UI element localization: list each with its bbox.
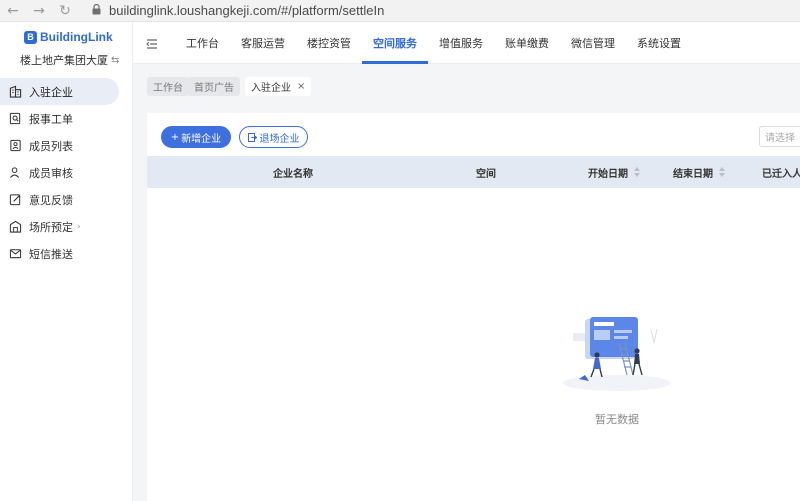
forward-arrow-icon[interactable]: → — [26, 0, 52, 22]
sidebar-item-label: 短信推送 — [29, 247, 73, 261]
select-placeholder: 请选择 — [765, 133, 795, 144]
sidebar-item-settled-companies[interactable]: 入驻企业 — [0, 78, 119, 105]
tab-system-settings[interactable]: 系统设置 — [626, 22, 692, 64]
column-label: 开始日期 — [588, 168, 628, 180]
member-list-icon — [9, 139, 22, 152]
column-start-date[interactable]: 开始日期 — [588, 156, 640, 188]
empty-illustration-icon — [563, 317, 671, 391]
building-icon — [9, 85, 22, 98]
switch-icon: ⇆ — [111, 54, 120, 66]
sidebar-item-label: 意见反馈 — [29, 193, 73, 207]
exit-company-button[interactable]: 退场企业 — [239, 126, 308, 148]
column-space: 空间 — [476, 156, 496, 188]
organization-name: 楼上地产集团大厦 — [20, 54, 108, 67]
brand-name: BuildingLink — [40, 30, 113, 44]
tab-building-control[interactable]: 楼控资管 — [296, 22, 362, 64]
tab-billing[interactable]: 账单缴费 — [494, 22, 560, 64]
content-panel: + 新增企业 退场企业 请选择 企业名称 空间 开始日期 结束日期 已迁入人 暂… — [147, 113, 800, 501]
sort-icon[interactable] — [719, 167, 725, 177]
browser-toolbar: ← → ↻ buildinglink.loushangkeji.com/#/pl… — [0, 0, 800, 22]
collapse-menu-icon[interactable] — [145, 36, 159, 50]
exit-company-label: 退场企业 — [259, 133, 300, 145]
exit-icon — [247, 132, 257, 142]
breadcrumb-chip-current[interactable]: 入驻企业 × — [245, 77, 312, 96]
tab-space-service[interactable]: 空间服务 — [362, 22, 428, 64]
breadcrumb-chip-workbench[interactable]: 工作台 — [147, 77, 189, 96]
empty-text: 暂无数据 — [595, 413, 639, 426]
address-bar[interactable]: buildinglink.loushangkeji.com/#/platform… — [109, 3, 384, 18]
lock-icon — [92, 3, 101, 18]
column-label: 企业名称 — [273, 168, 313, 180]
add-company-label: 新增企业 — [181, 133, 222, 145]
user-review-icon — [9, 166, 22, 179]
sidebar-item-sms-push[interactable]: 短信推送 — [0, 240, 133, 267]
breadcrumb: 工作台 首页广告 入驻企业 × — [133, 64, 800, 109]
feedback-edit-icon — [9, 193, 22, 206]
mail-icon — [9, 247, 22, 260]
main-content: + 新增企业 退场企业 请选择 企业名称 空间 开始日期 结束日期 已迁入人 暂… — [133, 109, 800, 501]
sidebar-item-member-review[interactable]: 成员审核 — [0, 159, 133, 186]
tab-value-added[interactable]: 增值服务 — [428, 22, 494, 64]
breadcrumb-label: 入驻企业 — [251, 83, 291, 94]
organization-switcher[interactable]: 楼上地产集团大厦 ⇆ — [20, 52, 119, 68]
column-label: 已迁入人 — [762, 168, 800, 180]
venue-booking-icon — [9, 220, 22, 233]
sidebar-item-label: 场所预定 — [29, 220, 73, 234]
sort-icon[interactable] — [634, 167, 640, 177]
column-moved-in: 已迁入人 — [762, 156, 800, 188]
sidebar-item-work-orders[interactable]: 报事工单 — [0, 105, 133, 132]
logo-mark-icon: B — [24, 30, 37, 44]
column-end-date[interactable]: 结束日期 — [673, 156, 725, 188]
back-arrow-icon[interactable]: ← — [0, 0, 26, 22]
plus-icon: + — [170, 131, 180, 143]
add-company-button[interactable]: + 新增企业 — [161, 126, 231, 148]
tab-customer-service[interactable]: 客服运营 — [230, 22, 296, 64]
breadcrumb-chip-homepage-ads[interactable]: 首页广告 — [188, 77, 240, 96]
sidebar-item-venue-booking[interactable]: 场所预定 › — [0, 213, 133, 240]
table-header: 企业名称 空间 开始日期 结束日期 已迁入人 — [147, 156, 800, 188]
sidebar-menu: 入驻企业 报事工单 成员列表 成员审核 意见反馈 场所预定 › 短信推送 — [0, 78, 133, 267]
breadcrumb-label: 工作台 — [153, 83, 183, 94]
breadcrumb-label: 首页广告 — [194, 83, 234, 94]
sidebar-item-label: 报事工单 — [29, 112, 73, 126]
column-label: 结束日期 — [673, 168, 713, 180]
sidebar-item-feedback[interactable]: 意见反馈 — [0, 186, 133, 213]
top-tabs: 工作台 客服运营 楼控资管 空间服务 增值服务 账单缴费 微信管理 系统设置 — [175, 22, 692, 64]
sidebar: B BuildingLink 楼上地产集团大厦 ⇆ 入驻企业 报事工单 成员列表 — [0, 22, 133, 501]
close-icon[interactable]: × — [297, 81, 305, 92]
sidebar-item-label: 成员列表 — [29, 139, 73, 153]
chevron-right-icon: › — [77, 221, 81, 232]
sidebar-item-member-list[interactable]: 成员列表 — [0, 132, 133, 159]
sidebar-item-label: 成员审核 — [29, 166, 73, 180]
ticket-search-icon — [9, 112, 22, 125]
tab-wechat[interactable]: 微信管理 — [560, 22, 626, 64]
top-navigation: 工作台 客服运营 楼控资管 空间服务 增值服务 账单缴费 微信管理 系统设置 — [133, 22, 800, 64]
tab-workbench[interactable]: 工作台 — [175, 22, 230, 64]
filter-select[interactable]: 请选择 — [759, 126, 800, 147]
column-company-name: 企业名称 — [273, 156, 313, 188]
sidebar-item-label: 入驻企业 — [29, 85, 73, 99]
column-label: 空间 — [476, 168, 496, 180]
reload-icon[interactable]: ↻ — [52, 0, 78, 22]
brand-logo[interactable]: B BuildingLink — [24, 30, 113, 44]
